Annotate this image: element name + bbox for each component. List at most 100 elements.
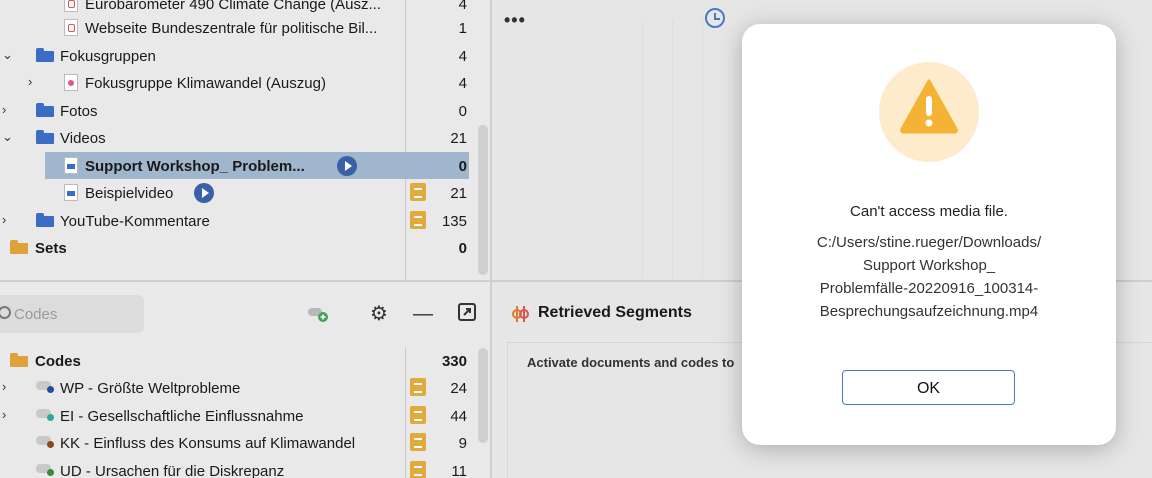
focus-group-icon [64,74,78,91]
document-group-label: YouTube-Kommentare [60,213,210,230]
document-count: 1 [458,20,467,37]
pdf-icon [64,19,78,36]
retrieved-segments-title: Retrieved Segments [538,304,692,321]
code-count: 11 [451,463,467,478]
error-dialog: Can't access media file. C:/Users/stine.… [742,24,1116,445]
code-tag-icon [36,381,54,393]
code-search-field[interactable]: Codes [0,295,144,333]
gear-icon[interactable]: ⚙ [367,302,391,326]
document-count: 4 [458,0,467,13]
document-row[interactable]: Webseite Bundeszentrale für politische B… [0,15,490,42]
document-group-row[interactable]: › YouTube-Kommentare 135 [0,208,490,235]
document-count: 4 [458,48,467,65]
chevron-right-icon[interactable]: › [2,407,14,422]
code-row[interactable]: UD - Ursachen für die Diskrepanz 11 [0,458,490,478]
chevron-right-icon[interactable]: › [28,74,40,89]
open-in-window-icon[interactable] [455,302,479,326]
folder-icon [36,213,54,227]
document-group-label: Videos [60,130,106,147]
chevron-right-icon[interactable]: › [2,212,14,227]
path-line: Problemfälle-20220916_100314- [819,280,1039,297]
document-row[interactable]: Beispielvideo 21 [0,180,490,207]
path-line: Support Workshop_ [862,257,996,274]
chevron-down-icon[interactable]: ⌄ [2,129,14,144]
document-group-row[interactable]: › Fotos 0 [0,98,490,125]
code-tag-icon [36,436,54,448]
sets-label: Sets [35,240,67,257]
chevron-right-icon[interactable]: › [2,102,14,117]
code-system-panel: Codes ⚙ — Codes 330 › WP - Größte Weltpr… [0,282,490,478]
play-icon[interactable] [337,156,357,176]
code-tag-icon [36,464,54,476]
document-count: 135 [441,213,467,230]
code-label: EI - Gesellschaftliche Einflussnahme [60,408,304,425]
code-label: WP - Größte Weltprobleme [60,380,241,397]
document-row-selected[interactable]: Support Workshop_ Problem... 0 [0,153,490,180]
memo-icon[interactable] [410,211,426,229]
document-group-row[interactable]: ⌄ Fokusgruppen 4 [0,43,490,70]
pdf-icon [64,0,78,12]
codes-root-row[interactable]: Codes 330 [0,348,490,375]
code-scrollbar[interactable] [478,348,488,443]
code-count: 330 [441,353,467,370]
more-options-icon[interactable]: ••• [504,10,526,31]
document-label: Beispielvideo [85,185,174,202]
gridline [672,20,673,278]
path-line: C:/Users/stine.rueger/Downloads/ [816,234,1042,251]
document-system-panel: Eurobarometer 490 Climate Change (Ausz..… [0,0,490,280]
document-label: Eurobarometer 490 Climate Change (Ausz..… [85,0,381,13]
document-count: 0 [458,240,467,257]
code-row[interactable]: › WP - Größte Weltprobleme 24 [0,375,490,402]
codes-root-label: Codes [35,353,81,370]
path-line: Besprechungsaufzeichnung.mp4 [819,303,1039,320]
memo-icon[interactable] [410,183,426,201]
code-row[interactable]: › EI - Gesellschaftliche Einflussnahme 4… [0,403,490,430]
document-group-row[interactable]: ⌄ Videos 21 [0,125,490,152]
document-count: 4 [458,75,467,92]
chevron-right-icon[interactable]: › [2,379,14,394]
code-tag-icon [36,409,54,421]
memo-icon[interactable] [410,461,426,478]
document-count: 0 [458,158,467,175]
document-label: Support Workshop_ Problem... [85,158,305,175]
vertical-splitter[interactable] [490,0,492,478]
code-row[interactable]: KK - Einfluss des Konsums auf Klimawande… [0,430,490,457]
document-count: 21 [450,130,467,147]
code-label: UD - Ursachen für die Diskrepanz [60,463,285,478]
document-row[interactable]: › Fokusgruppe Klimawandel (Auszug) 4 [0,70,490,97]
dialog-title: Can't access media file. [850,203,1008,220]
document-group-label: Fokusgruppen [60,48,156,65]
collapse-icon[interactable]: — [411,302,435,326]
document-group-label: Fotos [60,103,98,120]
segments-empty-message: Activate documents and codes to [527,355,735,370]
warning-icon [879,62,979,162]
gridline [642,20,643,278]
chevron-down-icon[interactable]: ⌄ [2,47,14,62]
search-icon [0,306,11,319]
memo-icon[interactable] [410,378,426,396]
codes-root-icon [10,353,28,367]
code-count: 44 [450,408,467,425]
clock-icon[interactable] [705,8,725,28]
memo-icon[interactable] [410,406,426,424]
retrieved-segments-icon [510,304,529,322]
dialog-file-path: C:/Users/stine.rueger/Downloads/ Support… [772,231,1086,323]
new-code-icon[interactable] [306,302,330,326]
document-label: Webseite Bundeszentrale für politische B… [85,20,378,37]
code-count: 24 [450,380,467,397]
gridline [702,20,703,278]
code-label: KK - Einfluss des Konsums auf Klimawande… [60,435,356,452]
code-count: 9 [458,435,467,452]
memo-icon[interactable] [410,433,426,451]
folder-icon [36,103,54,117]
document-label: Fokusgruppe Klimawandel (Auszug) [85,75,326,92]
sets-folder-icon [10,240,28,254]
folder-icon [36,48,54,62]
video-icon [64,157,78,174]
document-scrollbar[interactable] [478,125,488,275]
sets-row[interactable]: Sets 0 [0,235,490,262]
ok-button[interactable]: OK [842,370,1015,405]
document-count: 0 [458,103,467,120]
video-icon [64,184,78,201]
play-icon[interactable] [194,183,214,203]
